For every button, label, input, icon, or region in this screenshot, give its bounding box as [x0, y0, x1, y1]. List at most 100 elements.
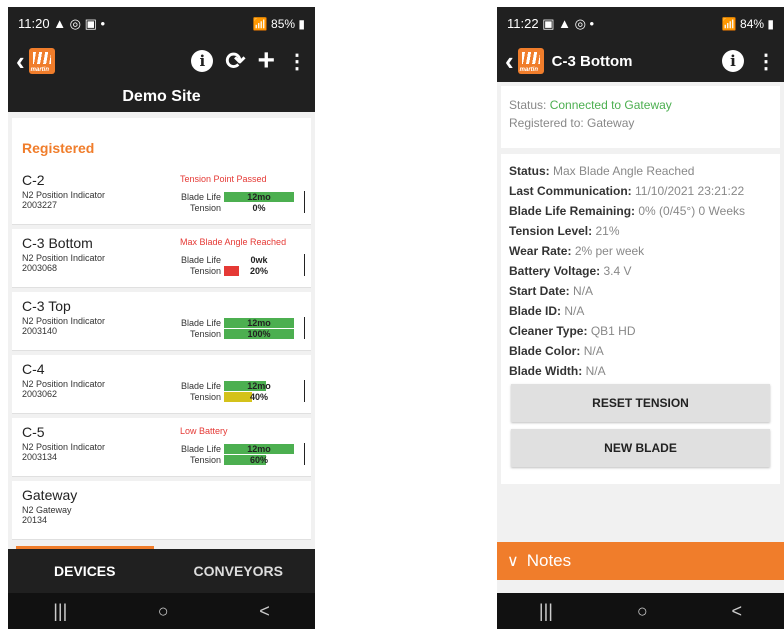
device-card[interactable]: C-2 N2 Position Indicator 2003227 Tension P… [12, 166, 311, 225]
detail-key: Cleaner Type: [509, 324, 588, 338]
chevron-down-icon: ∨ [507, 553, 519, 570]
tension-label: Tension [189, 328, 221, 339]
home-icon[interactable]: ○ [158, 601, 169, 622]
connection-status: Status: Connected to Gateway [509, 96, 772, 114]
threshold-marker [304, 254, 305, 276]
recent-apps-icon[interactable]: ||| [53, 601, 67, 622]
new-blade-button[interactable]: NEW BLADE [511, 429, 770, 467]
blade-life-bar: 12mo [224, 380, 294, 391]
status-time: 11:20 [18, 15, 50, 31]
device-alert: Tension Point Passed [180, 174, 267, 184]
martin-logo [517, 48, 544, 74]
recent-apps-icon[interactable]: ||| [539, 601, 553, 622]
registered-to: Registered to: Gateway [509, 116, 635, 130]
device-card[interactable]: C-3 Bottom N2 Position Indicator 2003068 Ma… [12, 229, 311, 288]
battery-level: 85% [271, 16, 296, 31]
blade-life-value: 12mo [247, 380, 271, 391]
blade-life-label: Blade Life [180, 443, 221, 454]
blade-life-label: Blade Life [180, 317, 221, 328]
detail-key: Blade ID: [509, 304, 562, 318]
blade-life-value: 0wk [250, 254, 268, 265]
status-right: 📶 84% ▮ [721, 16, 774, 31]
notes-expander[interactable]: ∨ Notes [497, 542, 784, 580]
tension-value: 40% [249, 391, 268, 402]
device-alert: Low Battery [180, 426, 228, 436]
detail-value: 11/10/2021 23:21:22 [635, 184, 745, 198]
device-name: C-4 [22, 361, 45, 377]
tension-value: 20% [249, 265, 268, 276]
detail-key: Start Date: [509, 284, 570, 298]
page-title: C-3 Bottom [551, 52, 633, 70]
info-icon[interactable]: i [191, 50, 214, 72]
blade-life-label: Blade Life [180, 191, 221, 202]
device-list-screen: 11:20 ▲ ◎ ▣ • 📶 85% ▮ ‹ i ⟳ + ⋮ Demo Sit… [8, 7, 315, 629]
back-icon[interactable]: ‹ [505, 48, 514, 74]
tension-label: Tension [189, 265, 221, 276]
info-icon[interactable]: i [722, 50, 744, 72]
blade-life-bar: 12mo [224, 443, 294, 454]
blade-life-value: 12mo [247, 317, 271, 328]
kebab-icon[interactable]: ⋮ [287, 49, 307, 74]
threshold-marker [304, 317, 305, 339]
section-title: Registered [12, 118, 311, 166]
detail-value: N/A [585, 364, 606, 378]
detail-row: Blade Life Remaining: 0% (0/45°) 0 Weeks [509, 204, 772, 218]
blade-life-label: Blade Life [180, 254, 221, 265]
detail-key: Blade Color: [509, 344, 581, 358]
blade-life-bar: 12mo [224, 191, 294, 202]
device-card[interactable]: C-4 N2 Position Indicator 2003062 Blade Lif… [12, 355, 311, 414]
reset-tension-button[interactable]: RESET TENSION [511, 384, 770, 422]
detail-value: 2% per week [574, 244, 645, 258]
detail-value: QB1 HD [590, 324, 636, 338]
refresh-icon[interactable]: ⟳ [225, 47, 245, 76]
plus-icon[interactable]: + [257, 46, 275, 76]
blade-life-bar: 0wk [224, 255, 294, 265]
tab-devices[interactable]: DEVICES [8, 546, 162, 593]
nav-back-icon[interactable]: < [732, 601, 743, 622]
tension-value: 0% [252, 202, 266, 213]
nav-back-icon[interactable]: < [259, 601, 270, 622]
status-icons: ▲ ◎ ▣ • [53, 15, 106, 31]
tension-bar: 0% [224, 203, 294, 213]
device-detail: Status: Connected to Gateway Registered … [497, 82, 784, 593]
tension-value: 60% [249, 454, 268, 465]
device-name: C-3 Top [22, 298, 71, 314]
connection-status-label: Status: [509, 98, 547, 112]
threshold-marker [304, 191, 305, 213]
device-card-gateway[interactable]: Gateway N2 Gateway 20134 [12, 481, 311, 540]
kebab-icon[interactable]: ⋮ [756, 49, 776, 74]
detail-row: Cleaner Type: QB1 HD [509, 324, 772, 338]
martin-logo [28, 48, 55, 74]
tension-bar: 100% [224, 328, 294, 339]
threshold-marker [304, 443, 305, 465]
site-title: Demo Site [8, 82, 315, 112]
detail-value: Max Blade Angle Reached [553, 164, 695, 178]
detail-value: 0% (0/45°) 0 Weeks [638, 204, 745, 218]
detail-value: N/A [573, 284, 594, 298]
device-card[interactable]: C-3 Top N2 Position Indicator 2003140 Blade… [12, 292, 311, 351]
device-metrics: Blade Life 0wk Tension 20% [178, 254, 308, 276]
status-bar: 11:22 ▣ ▲ ◎ • 📶 84% ▮ [497, 7, 784, 40]
back-icon[interactable]: ‹ [16, 48, 25, 74]
device-card[interactable]: C-5 N2 Position Indicator 2003134 Low Batte… [12, 418, 311, 477]
detail-value: 21% [595, 224, 620, 238]
detail-row: Battery Voltage: 3.4 V [509, 264, 772, 278]
detail-key: Tension Level: [509, 224, 593, 238]
threshold-marker [304, 380, 305, 402]
device-type: N2 Gateway [22, 505, 72, 515]
device-name: C-5 [22, 424, 45, 440]
detail-row: Status: Max Blade Angle Reached [509, 164, 772, 178]
detail-value: 3.4 V [603, 264, 632, 278]
tab-conveyors[interactable]: CONVEYORS [162, 549, 316, 593]
device-list: Registered C-2 N2 Position Indicator 20032… [8, 118, 315, 549]
detail-key: Blade Life Remaining: [509, 204, 636, 218]
battery-level: 84% [740, 16, 765, 31]
device-metrics: Blade Life 12mo Tension 60% [178, 443, 308, 465]
device-alert: Max Blade Angle Reached [180, 237, 287, 247]
app-bar: ‹ C-3 Bottom i ⋮ [497, 40, 784, 82]
blade-life-bar: 12mo [224, 317, 294, 328]
detail-key: Last Communication: [509, 184, 632, 198]
status-icons: ▣ ▲ ◎ • [542, 15, 595, 31]
home-icon[interactable]: ○ [637, 601, 648, 622]
status-right: 📶 85% ▮ [252, 16, 305, 31]
